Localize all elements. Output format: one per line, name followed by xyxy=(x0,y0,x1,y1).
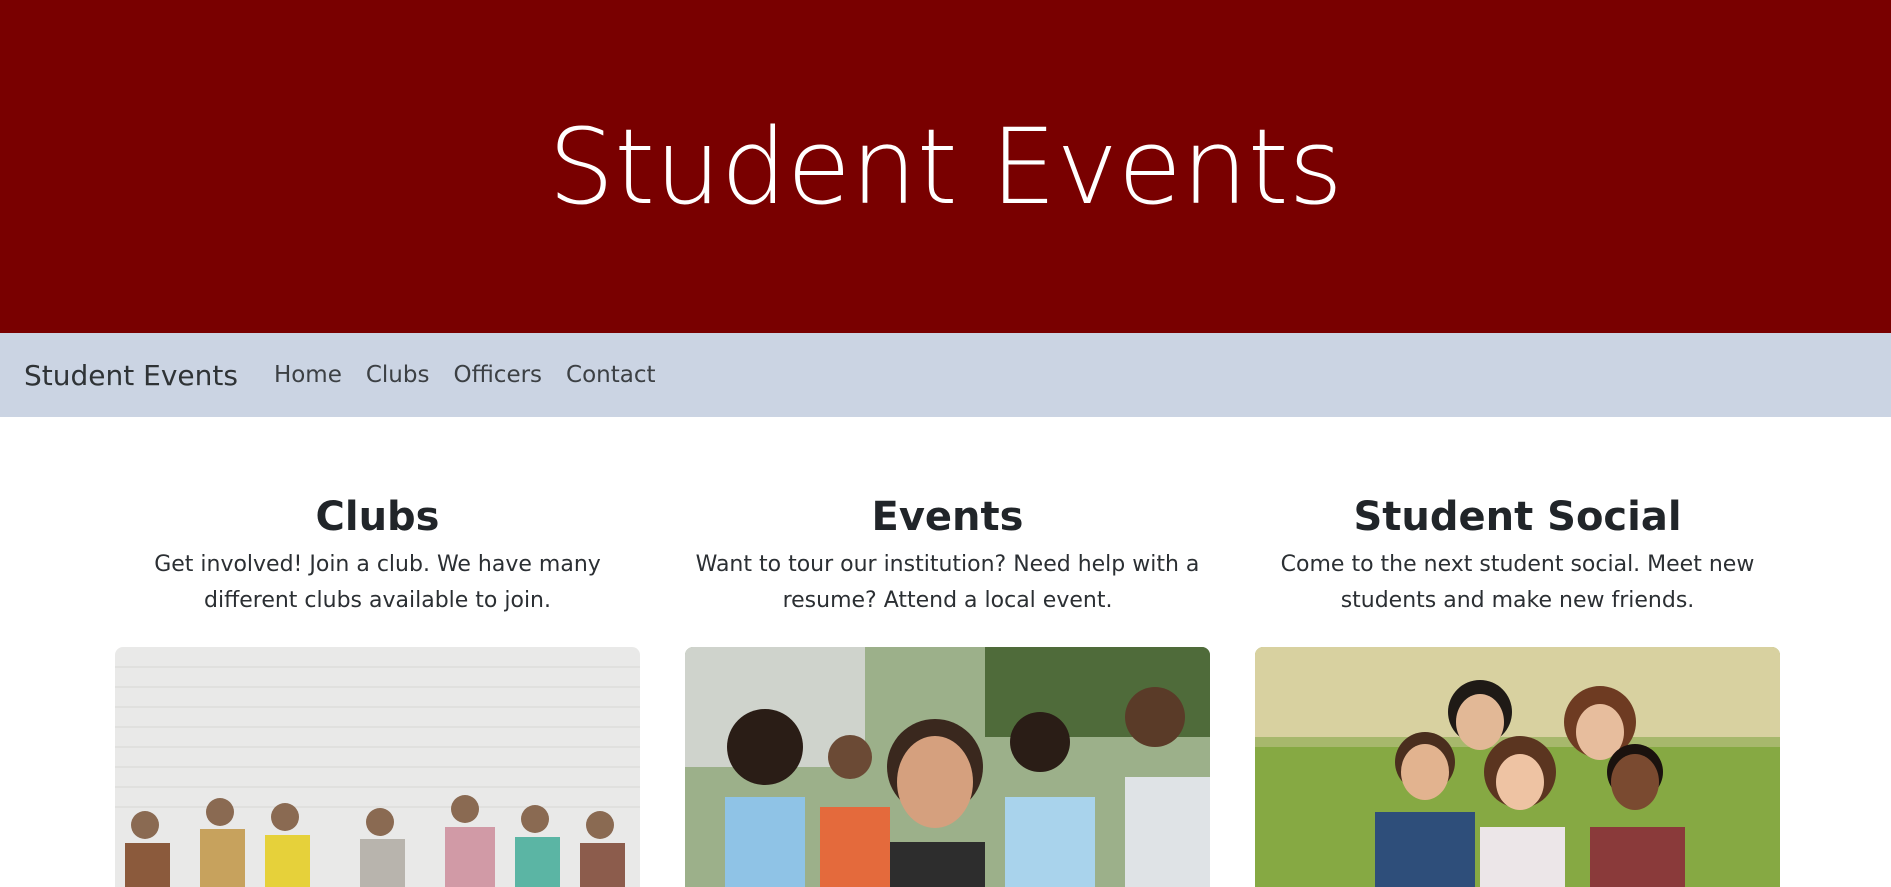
card-text: Want to tour our institution? Need help … xyxy=(695,552,1200,613)
navbar: Student Events Home Clubs Officers Conta… xyxy=(0,333,1891,417)
clubs-photo xyxy=(115,647,640,887)
nav-link-clubs[interactable]: Clubs xyxy=(366,362,430,388)
hero-title: Student Events xyxy=(548,105,1343,228)
card-title: Clubs xyxy=(315,494,440,540)
card-text: Come to the next student social. Meet ne… xyxy=(1280,552,1755,613)
card-student-social: Student Social Come to the next student … xyxy=(1255,417,1780,887)
navbar-brand[interactable]: Student Events xyxy=(24,359,238,392)
events-photo xyxy=(685,647,1210,887)
nav-link-officers[interactable]: Officers xyxy=(453,362,542,388)
nav-link-contact[interactable]: Contact xyxy=(566,362,655,388)
nav-link-home[interactable]: Home xyxy=(274,362,342,388)
card-clubs: Clubs Get involved! Join a club. We have… xyxy=(115,417,640,887)
card-text: Get involved! Join a club. We have many … xyxy=(154,552,601,613)
student-social-photo xyxy=(1255,647,1780,887)
card-title: Student Social xyxy=(1353,494,1682,540)
hero-banner: Student Events xyxy=(0,0,1891,333)
card-title: Events xyxy=(871,494,1024,540)
card-events: Events Want to tour our institution? Nee… xyxy=(685,417,1210,887)
